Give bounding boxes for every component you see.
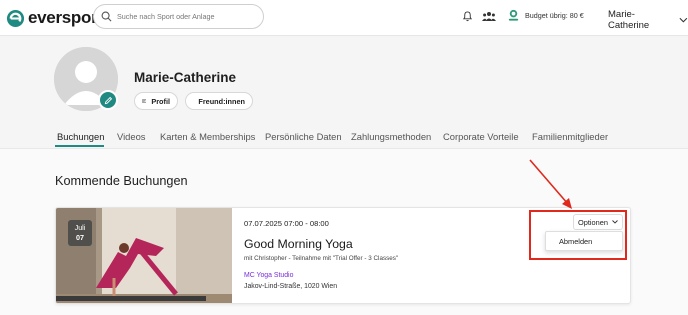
class-image: Juli 07	[56, 208, 232, 303]
chevron-down-icon	[679, 17, 688, 23]
tab-zahlungsmethoden[interactable]: Zahlungsmethoden	[351, 131, 431, 142]
budget-logo-icon	[508, 9, 519, 21]
profil-button[interactable]: Profil	[134, 92, 178, 110]
tab-corporate-vorteile[interactable]: Corporate Vorteile	[443, 131, 519, 142]
date-month: Juli	[74, 223, 86, 232]
studio-link[interactable]: MC Yoga Studio	[244, 272, 293, 279]
studio-address: Jakov-Lind-Straße, 1020 Wien	[244, 283, 338, 290]
highlight-box	[529, 210, 627, 260]
tab-karten-memberships[interactable]: Karten & Memberships	[160, 131, 255, 142]
section-title: Kommende Buchungen	[55, 174, 188, 188]
tab-familienmitglieder[interactable]: Familienmitglieder	[532, 131, 608, 142]
id-card-icon	[142, 99, 147, 103]
tab-buchungen[interactable]: Buchungen	[57, 131, 104, 142]
date-day: 07	[76, 233, 84, 242]
friends-label: Freund:innen	[198, 96, 245, 106]
friends-button[interactable]: Freund:innen	[185, 92, 253, 110]
profil-label: Profil	[151, 96, 170, 106]
tab-persoenliche-daten[interactable]: Persönliche Daten	[265, 131, 342, 142]
tab-videos[interactable]: Videos	[117, 131, 146, 142]
bell-icon[interactable]	[462, 11, 473, 22]
top-bar: eversports Budget übrig: 80 € Marie-Cath…	[0, 0, 688, 36]
annotation-arrow	[529, 159, 572, 209]
active-tab-indicator	[55, 145, 104, 147]
eversports-logo-icon	[6, 9, 25, 27]
user-name: Marie-Catherine	[608, 9, 650, 31]
search-bar[interactable]	[93, 4, 264, 29]
search-input[interactable]	[117, 12, 257, 21]
user-menu[interactable]: Marie-Catherine	[608, 9, 688, 31]
people-icon[interactable]	[482, 11, 496, 22]
booking-subtitle: mit Christopher - Teilnahme mit "Trial O…	[244, 255, 399, 262]
profile-name: Marie-Catherine	[134, 70, 237, 85]
booking-title[interactable]: Good Morning Yoga	[244, 237, 353, 251]
booking-datetime: 07.07.2025 07:00 - 08:00	[244, 219, 329, 228]
search-icon	[101, 11, 112, 22]
pencil-icon	[104, 96, 112, 104]
edit-avatar-button[interactable]	[98, 90, 118, 110]
date-badge: Juli 07	[68, 220, 92, 246]
budget-text: Budget übrig: 80 €	[525, 11, 584, 20]
